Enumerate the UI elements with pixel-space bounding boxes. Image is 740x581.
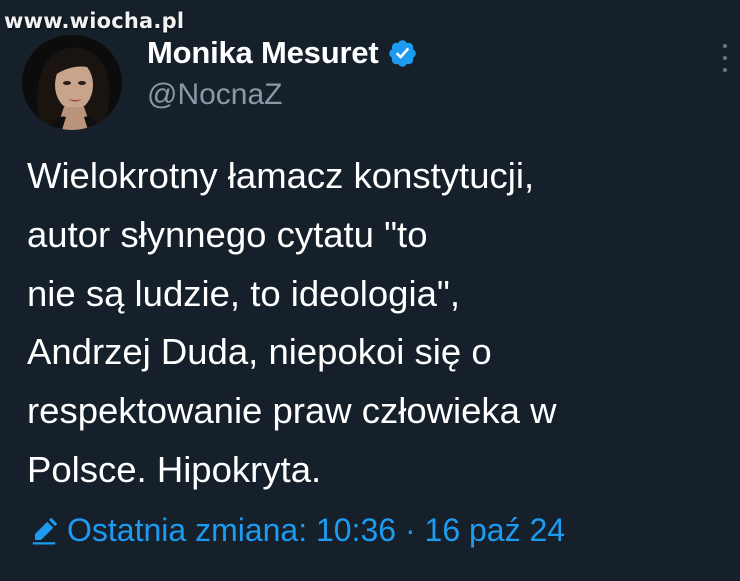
tweet-line: respektowanie praw człowieka w: [27, 390, 557, 432]
tweet-line: Andrzej Duda, niepokoi się o: [27, 331, 492, 373]
author-handle[interactable]: @NocnaZ: [147, 78, 283, 112]
more-options-icon[interactable]: [720, 44, 730, 72]
avatar-photo: [22, 35, 122, 130]
author-name-row: Monika Mesuret: [147, 34, 418, 72]
verified-badge-icon: [389, 39, 417, 67]
tweet-line: nie są ludzie, to ideologia",: [27, 272, 460, 314]
tweet-line: Wielokrotny łamacz konstytucji,: [27, 155, 535, 196]
watermark: www.wiocha.pl: [4, 9, 185, 33]
edit-history-label: Ostatnia zmiana: 10:36 · 16 paź 24: [67, 512, 566, 548]
avatar[interactable]: [22, 35, 122, 130]
tweet-line: autor słynnego cytatu "to: [27, 213, 428, 255]
tweet-text: Wielokrotny łamacz konstytucji, autor sł…: [27, 147, 727, 500]
author-display-name[interactable]: Monika Mesuret: [147, 35, 379, 71]
edit-history-link[interactable]: Ostatnia zmiana: 10:36 · 16 paź 24: [29, 512, 565, 549]
pencil-icon: [32, 517, 58, 544]
tweet-line: Polsce. Hipokryta.: [27, 448, 322, 490]
